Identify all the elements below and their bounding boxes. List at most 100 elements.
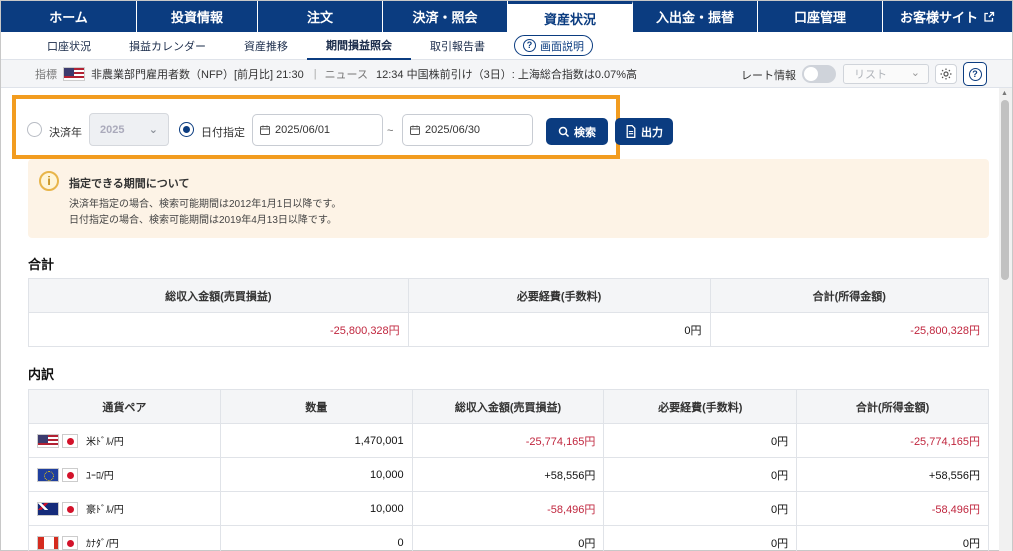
notice-line: 日付指定の場合、検索可能期間は2019年4月13日以降です。 <box>69 215 337 226</box>
quantity-cell: 1,470,001 <box>219 423 413 458</box>
list-select[interactable]: リスト ⌄ <box>843 64 929 84</box>
notice-title: 指定できる期間について <box>69 178 190 190</box>
quantity-cell: 10,000 <box>219 491 413 526</box>
list-select-value: リスト <box>854 69 887 81</box>
question-icon: ? <box>523 39 536 52</box>
fee-cell: 0円 <box>603 457 798 492</box>
nav-item-label: ホーム <box>49 10 88 25</box>
sub-nav: 口座状況 損益カレンダー 資産推移 期間損益照会 取引報告書 ? 画面説明 <box>1 32 1012 60</box>
subnav-item[interactable]: 損益カレンダー <box>110 32 225 60</box>
news-text[interactable]: 12:34 中国株前引け（3日）: 上海総合指数は0.07%高 <box>376 66 637 82</box>
fee-cell: 0円 <box>603 491 798 526</box>
currency-pair-name: ｶﾅﾀﾞ/円 <box>86 539 119 550</box>
chevron-down-icon: ⌄ <box>148 124 158 136</box>
eu-flag-icon <box>37 467 59 482</box>
settlement-year-radio[interactable] <box>27 122 42 137</box>
pair-flags <box>37 467 78 482</box>
fee-cell: 0円 <box>603 423 798 458</box>
ticker-bar: 指標 非農業部門雇用者数（NFP）[前月比] 21:30 | ニュース 12:3… <box>1 60 1012 88</box>
nav-item[interactable]: 口座管理 <box>758 1 883 32</box>
column-header: 通貨ペア <box>28 389 221 424</box>
nav-item[interactable]: お客様サイト <box>883 1 1012 32</box>
jp-flag-icon <box>62 467 78 482</box>
jp-flag-icon <box>62 433 78 448</box>
fee-cell: 0円 <box>603 525 798 551</box>
subnav-item[interactable]: 口座状況 <box>28 32 110 60</box>
indicator-text[interactable]: 非農業部門雇用者数（NFP）[前月比] 21:30 <box>91 66 304 82</box>
us-flag-icon <box>37 433 59 448</box>
export-button-label: 出力 <box>641 126 663 139</box>
au-flag-icon <box>37 501 59 516</box>
subnav-item[interactable]: 取引報告書 <box>411 32 504 60</box>
gear-icon <box>940 68 952 80</box>
indicator-label: 指標 <box>35 68 57 81</box>
subnav-item[interactable]: 資産推移 <box>225 32 307 60</box>
search-button[interactable]: 検索 <box>546 118 608 145</box>
search-icon <box>558 126 570 137</box>
screen-help-label: 画面説明 <box>540 40 584 53</box>
totals-title: 合計 <box>28 257 55 272</box>
settlement-year-select[interactable]: 2025 ⌄ <box>89 113 169 146</box>
nav-item[interactable]: 注文 <box>258 1 383 32</box>
nav-item[interactable]: ホーム <box>1 1 137 32</box>
table-row: ｶﾅﾀﾞ/円 0 0円 0円 0円 <box>28 525 989 551</box>
column-header: 合計(所得金額) <box>709 278 990 313</box>
us-flag-icon <box>63 66 85 81</box>
table-row: ﾕｰﾛ/円 10,000 +58,556円 0円 +58,556円 <box>28 457 989 492</box>
settlement-year-label: 決済年 <box>49 127 82 139</box>
from-date-input[interactable]: 2025/06/01 <box>252 114 383 146</box>
nav-item-label: お客様サイト <box>899 10 978 25</box>
column-header: 必要経費(手数料) <box>603 389 798 424</box>
column-header: 数量 <box>219 389 413 424</box>
currency-pair-cell: ｶﾅﾀﾞ/円 <box>28 525 221 551</box>
nav-item-label: 入出金・振替 <box>655 10 734 25</box>
nav-item[interactable]: 入出金・振替 <box>633 1 758 32</box>
help-button[interactable]: ? <box>963 62 987 86</box>
search-button-label: 検索 <box>574 126 596 139</box>
chevron-down-icon: ⌄ <box>910 67 920 79</box>
totals-table: 総収入金額(売買損益) 必要経費(手数料) 合計(所得金額) -25,800,3… <box>28 278 990 347</box>
pair-flags <box>37 501 78 516</box>
pair-flags <box>37 535 78 550</box>
rate-info-toggle[interactable] <box>802 65 836 83</box>
currency-pair-cell: 米ﾄﾞﾙ/円 <box>28 423 221 458</box>
settings-button[interactable] <box>935 64 957 84</box>
quantity-cell: 10,000 <box>219 457 413 492</box>
settlement-year-value: 2025 <box>100 123 125 136</box>
breakdown-title: 内訳 <box>28 367 55 382</box>
to-date-input[interactable]: 2025/06/30 <box>402 114 533 146</box>
nav-item-label: 資産状況 <box>543 11 596 27</box>
jp-flag-icon <box>62 501 78 516</box>
quantity-cell: 0 <box>219 525 413 551</box>
from-date-value: 2025/06/01 <box>275 124 331 136</box>
table-row: 豪ﾄﾞﾙ/円 10,000 -58,496円 0円 -58,496円 <box>28 491 989 526</box>
total-cell: +58,556円 <box>796 457 989 492</box>
currency-pair-cell: 豪ﾄﾞﾙ/円 <box>28 491 221 526</box>
scroll-up-icon[interactable]: ▲ <box>1001 90 1008 97</box>
to-date-value: 2025/06/30 <box>425 124 481 136</box>
screen-help-button[interactable]: ? 画面説明 <box>514 35 593 56</box>
external-link-icon <box>984 11 995 22</box>
export-button[interactable]: 出力 <box>615 118 673 145</box>
period-notice: i 指定できる期間について 決済年指定の場合、検索可能期間は2012年1月1日以… <box>28 159 989 238</box>
page-scrollbar[interactable]: ▲ <box>999 88 1012 551</box>
nav-item[interactable]: 投資情報 <box>137 1 258 32</box>
info-icon: i <box>39 171 59 191</box>
date-range-tilde: ~ <box>387 125 394 137</box>
date-range-radio[interactable] <box>179 122 194 137</box>
pair-flags <box>37 433 78 448</box>
income-cell: +58,556円 <box>411 457 605 492</box>
question-icon: ? <box>968 67 982 81</box>
totals-row: -25,800,328円 0円 -25,800,328円 <box>28 312 990 347</box>
nav-item[interactable]: 決済・照会 <box>383 1 508 32</box>
total-cell: 0円 <box>796 525 989 551</box>
scroll-thumb[interactable] <box>1001 100 1009 280</box>
currency-pair-name: 豪ﾄﾞﾙ/円 <box>86 505 124 516</box>
subnav-item[interactable]: 期間損益照会 <box>307 32 411 60</box>
income-cell: 0円 <box>411 525 605 551</box>
nav-item[interactable]: 資産状況 <box>508 1 633 32</box>
income-cell: -58,496円 <box>411 491 605 526</box>
column-header: 合計(所得金額) <box>796 389 989 424</box>
income-cell: -25,774,165円 <box>411 423 605 458</box>
news-label: ニュース <box>324 68 369 81</box>
